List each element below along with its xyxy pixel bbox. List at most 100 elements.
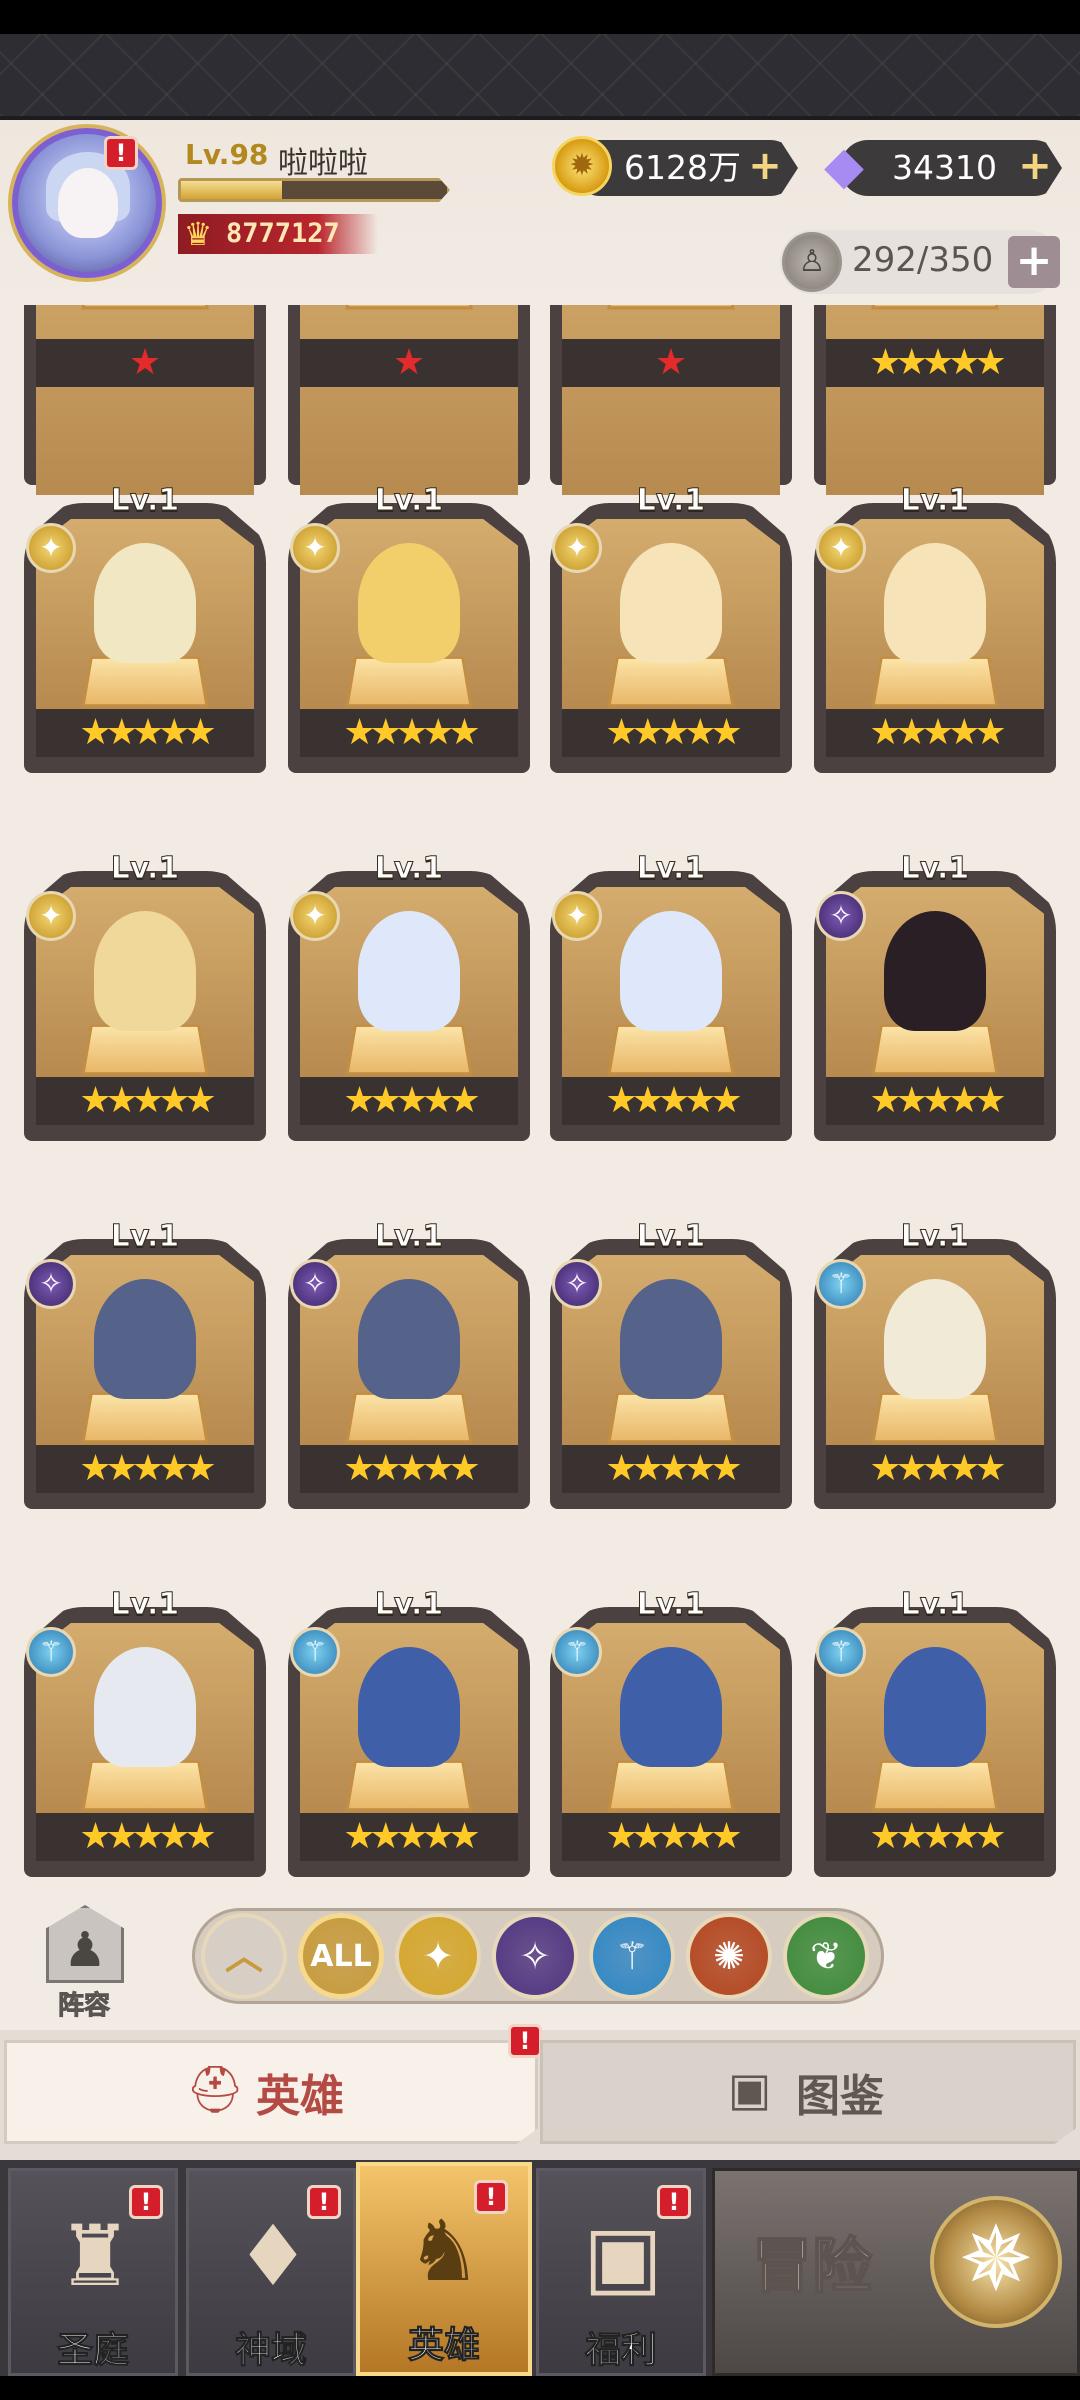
star-rating: ★★★★★ xyxy=(869,1080,1006,1121)
lineup-label: 阵容 xyxy=(57,1991,110,2022)
avatar-face xyxy=(58,168,118,238)
hero-card[interactable]: ★★★★★ Lv.1 ✦ xyxy=(24,841,266,1141)
hero-level: Lv.1 xyxy=(374,1587,444,1623)
all-icon[interactable]: ALL xyxy=(298,1913,384,1999)
hero-card[interactable]: ★★★★★ Lv.1 ✧ xyxy=(814,841,1056,1141)
status-bar xyxy=(0,0,1080,34)
hero-card[interactable]: ★★★★★ Lv.1 ✧ xyxy=(24,1209,266,1509)
beast-class-icon[interactable]: ✺ xyxy=(686,1913,772,1999)
hero-card[interactable]: ★★★★★ Lv.1 ⚚ xyxy=(24,1577,266,1877)
xp-bar-fill xyxy=(181,181,283,199)
hero-card-partial[interactable]: ★ xyxy=(24,305,266,495)
lineup-button[interactable]: ♟ 阵容 xyxy=(32,1905,136,2022)
hero-card-partial[interactable]: ★ xyxy=(288,305,530,495)
hero-level: Lv.1 xyxy=(636,851,706,887)
hero-card[interactable]: ★★★★★ Lv.1 ✦ xyxy=(814,473,1056,773)
hero-level: Lv.1 xyxy=(110,1587,180,1623)
hero-pedestal xyxy=(345,1760,473,1812)
hero-card[interactable]: ★★★★★ Lv.1 ⚚ xyxy=(288,1577,530,1877)
nature-class-icon[interactable]: ❦ xyxy=(783,1913,869,1999)
hero-sprite xyxy=(884,543,986,663)
card-backdrop xyxy=(562,305,780,495)
nav-alert-icon: ! xyxy=(307,2185,341,2219)
chest-icon: ▣ xyxy=(583,2207,663,2305)
card-backdrop xyxy=(826,305,1044,495)
hero-card[interactable]: ★★★★★ Lv.1 ✦ xyxy=(24,473,266,773)
holy-class-icon: ✦ xyxy=(552,891,602,941)
hero-level: Lv.1 xyxy=(374,1219,444,1255)
hero-card[interactable]: ★★★★★ Lv.1 ✦ xyxy=(288,473,530,773)
hero-pedestal xyxy=(607,656,735,708)
hero-sprite xyxy=(94,543,196,663)
star-rating: ★★★★★ xyxy=(869,1816,1006,1857)
roster-count: 292/350 xyxy=(852,240,994,280)
hero-pedestal xyxy=(81,1760,209,1812)
nav-chest[interactable]: ▣ 福利! xyxy=(536,2168,706,2376)
hero-card[interactable]: ★★★★★ Lv.1 ✦ xyxy=(550,841,792,1141)
add-gold-plus-icon[interactable]: + xyxy=(748,146,782,186)
dark-class-icon: ✧ xyxy=(816,891,866,941)
ice-class-icon: ⚚ xyxy=(816,1627,866,1677)
hero-card[interactable]: ★★★★★ Lv.1 ✧ xyxy=(288,1209,530,1509)
tab-heroes-alert-icon: ! xyxy=(508,2024,542,2058)
star-rating: ★★★★★ xyxy=(79,1816,216,1857)
ice-class-icon: ⚚ xyxy=(816,1259,866,1309)
hero-card[interactable]: ★★★★★ Lv.1 ⚚ xyxy=(814,1577,1056,1877)
dark-class-icon[interactable]: ✧ xyxy=(492,1913,578,1999)
hero-card[interactable]: ★★★★★ Lv.1 ✦ xyxy=(550,473,792,773)
star-rating: ★ xyxy=(128,342,162,383)
hero-card[interactable]: ★★★★★ Lv.1 ⚚ xyxy=(814,1209,1056,1509)
nav-label: 神域 xyxy=(234,2330,307,2372)
gem-amount: 34310 xyxy=(892,148,997,187)
hero-pedestal xyxy=(871,1760,999,1812)
hero-sprite xyxy=(884,1647,986,1767)
hero-card-partial[interactable]: ★ xyxy=(550,305,792,495)
nav-label: 福利 xyxy=(584,2330,657,2372)
crystal-icon: ♦ xyxy=(235,2207,311,2305)
star-rating: ★★★★★ xyxy=(343,712,480,753)
star-rating: ★★★★★ xyxy=(605,1816,742,1857)
star-rating: ★★★★★ xyxy=(869,1448,1006,1489)
nav-castle[interactable]: ♜ 圣庭! xyxy=(8,2168,178,2376)
hero-sprite xyxy=(884,911,986,1031)
hero-level: Lv.1 xyxy=(636,1587,706,1623)
diamond-icon: ◆ xyxy=(824,136,864,196)
expand-roster-plus-icon[interactable]: + xyxy=(1008,236,1060,288)
hero-sprite xyxy=(620,1279,722,1399)
holy-class-icon[interactable]: ✦ xyxy=(395,1913,481,1999)
hero-card[interactable]: ★★★★★ Lv.1 ✦ xyxy=(288,841,530,1141)
star-rating: ★★★★★ xyxy=(869,712,1006,753)
hero-card[interactable]: ★★★★★ Lv.1 ⚚ xyxy=(550,1577,792,1877)
chevron-up-icon[interactable]: ︿ xyxy=(201,1913,287,1999)
holy-class-icon: ✦ xyxy=(26,891,76,941)
ice-class-icon: ⚚ xyxy=(290,1627,340,1677)
star-rating: ★★★★★ xyxy=(343,1816,480,1857)
nav-alert-icon: ! xyxy=(474,2180,508,2214)
nav-alert-icon: ! xyxy=(129,2185,163,2219)
hero-pedestal xyxy=(871,305,999,310)
hero-sprite xyxy=(620,911,722,1031)
holy-class-icon: ✦ xyxy=(290,891,340,941)
star-rating: ★★★★★ xyxy=(79,1080,216,1121)
hero-pedestal xyxy=(607,305,735,310)
nav-helmet[interactable]: ♞ 英雄! xyxy=(356,2162,532,2376)
knight-class-icon[interactable]: ⚚ xyxy=(589,1913,675,1999)
hero-sprite xyxy=(94,1647,196,1767)
add-gem-plus-icon[interactable]: + xyxy=(1018,146,1052,186)
player-avatar[interactable] xyxy=(12,128,162,278)
adventure-label: 冒险 xyxy=(751,2231,873,2303)
hero-grid: ★ ★ ★ ★★★★★ ★★★★★ Lv.1 ✦ ★★★★★ Lv.1 ✦ ★★★★★ Lv.1 ✦ ★★… xyxy=(0,305,1080,1880)
card-backdrop xyxy=(36,305,254,495)
hero-sprite xyxy=(358,911,460,1031)
hero-card[interactable]: ★★★★★ Lv.1 ✧ xyxy=(550,1209,792,1509)
hero-pedestal xyxy=(345,1024,473,1076)
xp-bar xyxy=(178,178,450,202)
hero-level: Lv.1 xyxy=(900,1587,970,1623)
nav-label: 英雄 xyxy=(407,2325,480,2367)
game-screen: ! Lv.98 啦啦啦 8777127 ♛ 6128万 ✹ + 34310 ◆ … xyxy=(0,0,1080,2400)
nav-crystal[interactable]: ♦ 神域! xyxy=(186,2168,356,2376)
hero-slot-icon: ♙ xyxy=(782,232,842,292)
hero-card-partial[interactable]: ★★★★★ xyxy=(814,305,1056,495)
hero-level: Lv.1 xyxy=(374,851,444,887)
compass-icon: ✵ xyxy=(930,2196,1062,2328)
